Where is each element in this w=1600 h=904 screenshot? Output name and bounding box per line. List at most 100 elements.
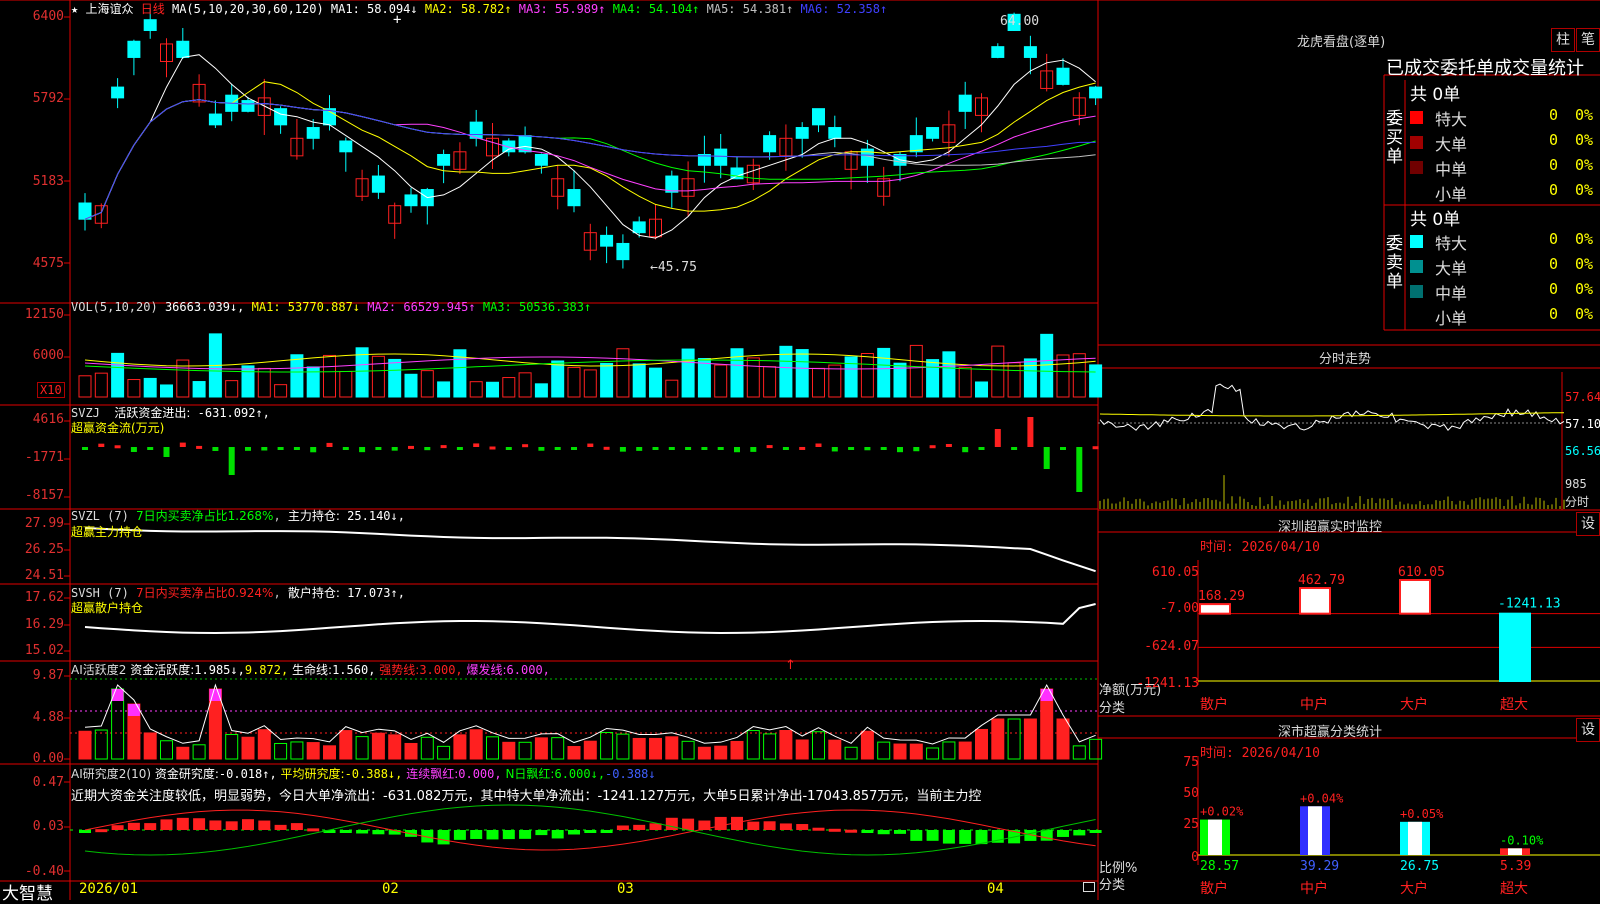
row-pct: 0%: [1575, 181, 1594, 199]
class-bar-highlight: [1508, 848, 1522, 855]
research-bar-green: [437, 830, 450, 845]
monitor-category-label: 散户: [1200, 696, 1228, 713]
flow-bar-out: [245, 447, 251, 451]
activity-peak: [127, 704, 140, 716]
vol-bar-up: [127, 379, 141, 398]
vol-ma-value-1: MA1: 53770.887↓: [251, 300, 361, 314]
svzj-y-label: -1771: [24, 450, 64, 465]
vol-bar-up: [371, 355, 385, 398]
class-settings-button[interactable]: 设: [1576, 718, 1600, 742]
ai1-header: AI活跃度2 资金活跃度:1.985↓,9.872, 生命线:1.560, 强势…: [71, 661, 550, 678]
flow-bar-out: [619, 447, 626, 452]
vol-bar-down: [404, 373, 418, 398]
ma4-line: [84, 99, 1096, 220]
sell-total: 共 0单: [1410, 210, 1461, 230]
activity-bar-red: [404, 742, 418, 760]
tick-mode-button[interactable]: 笔: [1576, 28, 1600, 52]
flow-bar-in: [489, 446, 496, 450]
sell-row-4[interactable]: 小单 0 0%: [1410, 305, 1600, 328]
class-y-label: 50: [1183, 786, 1199, 801]
candle-down: [616, 242, 630, 261]
vol-ma-value-3: MA3: 50536.383↑: [475, 300, 592, 314]
kline-header: ★ 上海谊众 日线 MA(5,10,20,30,60,120) MA1: 58.…: [71, 0, 887, 17]
candle-down: [241, 100, 255, 112]
buy-row-3[interactable]: 中单 0 0%: [1410, 156, 1600, 179]
svsh-y-label: 15.02: [24, 643, 64, 658]
activity-bar-red: [665, 736, 679, 760]
kline-y-label: 5792: [32, 91, 64, 106]
buy-row-2[interactable]: 大单 0 0%: [1410, 131, 1600, 154]
class-bar-highlight: [1308, 806, 1322, 855]
svzj-label: 活跃资金进出:: [114, 406, 191, 420]
flow-bar-in: [929, 445, 936, 449]
vol-bar-up: [714, 364, 728, 398]
class-bar-highlight: [1208, 819, 1222, 855]
vol-bar-down: [192, 381, 206, 398]
research-bar-green: [470, 830, 483, 839]
vol-bar-up: [746, 357, 760, 398]
vol-bar-down: [241, 365, 255, 398]
flow-bar-out: [277, 447, 284, 450]
stock-name[interactable]: 上海谊众: [85, 2, 133, 16]
vol-bar-up: [274, 384, 288, 398]
flow-bar-in: [98, 443, 105, 447]
vol-bar-up: [94, 372, 108, 398]
ai1-lifeline-label: 生命线:: [292, 663, 333, 677]
monitor-settings-button[interactable]: 设: [1576, 512, 1600, 536]
monitor-category-label: 超大: [1500, 697, 1528, 713]
vol-y-label: 12150: [24, 307, 64, 322]
activity-bar-red: [697, 746, 711, 760]
activity-bar-red: [143, 732, 157, 760]
row-count: 0: [1548, 181, 1558, 199]
vol-bar-down: [697, 358, 711, 398]
sell-row-3[interactable]: 中单 0 0%: [1410, 280, 1600, 303]
ai2-value: -0.018↑,: [218, 767, 277, 781]
row-pct: 0%: [1575, 280, 1594, 298]
flow-bar-out: [962, 447, 969, 453]
flow-bar-in: [440, 445, 447, 449]
period-label[interactable]: 日线: [141, 2, 165, 16]
research-bar-red: [225, 821, 238, 830]
vol-bar-up: [502, 377, 516, 398]
activity-bar-green: [812, 731, 825, 760]
buy-row-4[interactable]: 小单 0 0%: [1410, 181, 1600, 204]
class-time: 时间: 2026/04/10: [1200, 746, 1320, 761]
vol-title: VOL(5,10,20): [71, 300, 158, 314]
research-bar-red: [290, 823, 303, 830]
flow-bar-in: [196, 445, 203, 449]
row-pct: 0%: [1575, 156, 1594, 174]
vol-bar-down: [681, 348, 695, 398]
class-xlabel: 分类: [1099, 878, 1126, 893]
sell-row-1[interactable]: 特大 0 0%: [1410, 230, 1600, 253]
activity-bar-green: [420, 736, 434, 760]
row-count: 0: [1548, 255, 1558, 273]
svzj-value: -631.092↑,: [197, 406, 270, 420]
row-name: 中单: [1435, 284, 1468, 303]
bar-mode-button[interactable]: 柱: [1551, 28, 1575, 52]
ai1-arrow: ↑: [785, 658, 796, 673]
date-label: 03: [617, 881, 634, 897]
svzj-y-label: 4616: [32, 412, 64, 427]
research-bar-green: [877, 830, 890, 835]
vol-unit-badge[interactable]: X10: [37, 382, 65, 398]
candle-down: [926, 127, 940, 139]
activity-bar-red: [306, 742, 320, 760]
flow-bar-out: [310, 447, 317, 453]
activity-bar-green: [486, 736, 499, 760]
svzl-header: SVZL (7) 7日内买卖净占比1.268%, 主力持仓: 25.140↓,: [71, 509, 405, 523]
ai1-title: AI活跃度2: [71, 663, 127, 677]
flow-bar-in: [114, 445, 121, 449]
flow-bar-in: [603, 446, 610, 450]
buy-row-1[interactable]: 特大 0 0%: [1410, 106, 1600, 129]
flow-bar-in: [587, 443, 594, 447]
activity-bar-red: [257, 729, 271, 760]
sell-row-2[interactable]: 大单 0 0%: [1410, 255, 1600, 278]
activity-bar-red: [860, 730, 874, 760]
vol-bar-up: [225, 380, 239, 398]
lock-icon[interactable]: [1083, 882, 1095, 892]
research-bar-green: [1057, 830, 1069, 837]
candle-down: [306, 127, 320, 139]
flow-bar-out: [130, 447, 137, 452]
buy-side-label: 委买单: [1386, 109, 1403, 167]
flow-bar-out: [978, 447, 985, 450]
